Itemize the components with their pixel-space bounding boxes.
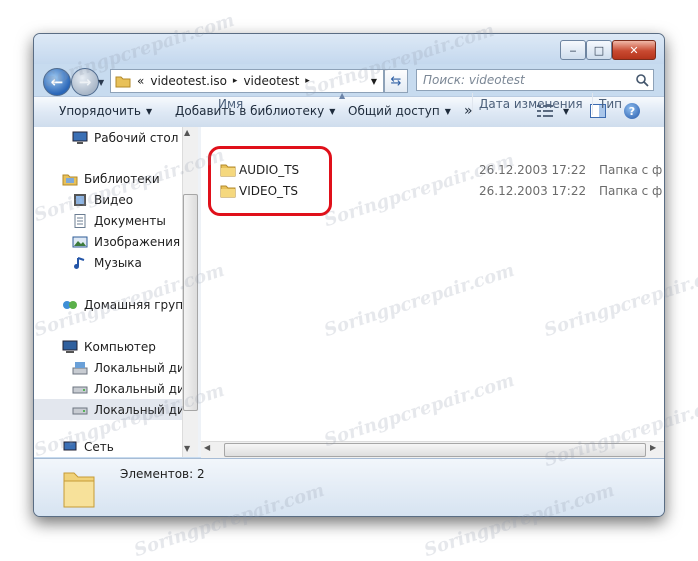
sort-ascending-icon: ▲ xyxy=(339,91,346,100)
nav-item-desktop[interactable]: Рабочий стол xyxy=(34,127,182,148)
address-overflow-chevron[interactable]: « xyxy=(137,74,144,88)
drive-icon xyxy=(72,386,88,393)
nav-item-computer[interactable]: Компьютер xyxy=(34,336,182,357)
column-divider[interactable] xyxy=(472,93,473,115)
search-input[interactable]: Поиск: videotest xyxy=(423,73,525,87)
scroll-right-icon[interactable]: ▶ xyxy=(650,443,656,452)
search-icon[interactable] xyxy=(635,73,649,87)
minimize-button[interactable]: ‒ xyxy=(560,40,586,60)
scroll-up-icon[interactable]: ▲ xyxy=(184,128,190,137)
nav-item-local-disk-2[interactable]: Локальный диск xyxy=(34,378,182,399)
close-button[interactable]: ✕ xyxy=(612,40,656,60)
nav-label: Компьютер xyxy=(84,339,156,354)
libraries-icon xyxy=(62,174,78,185)
search-box[interactable]: Поиск: videotest xyxy=(416,69,654,91)
system-drive-icon xyxy=(72,361,88,374)
organize-label: Упорядочить xyxy=(59,104,141,118)
scroll-left-icon[interactable]: ◀ xyxy=(204,443,210,452)
nav-item-images[interactable]: Изображения xyxy=(34,231,182,252)
desktop-icon xyxy=(72,131,88,144)
chevron-down-icon: ▼ xyxy=(329,106,336,116)
nav-item-music[interactable]: Музыка xyxy=(34,252,182,273)
recent-pages-dropdown[interactable]: ▼ xyxy=(98,78,104,87)
navigation-scrollbar-thumb[interactable] xyxy=(183,194,198,411)
organize-menu[interactable]: Упорядочить ▼ xyxy=(59,96,152,126)
music-icon xyxy=(74,256,85,269)
highlight-annotation xyxy=(208,146,332,216)
column-header-type[interactable]: Тип xyxy=(599,93,622,115)
nav-label: Музыка xyxy=(94,255,142,270)
folder-icon xyxy=(115,76,131,88)
nav-label: Локальный диск xyxy=(94,381,182,396)
share-menu[interactable]: Общий доступ ▼ xyxy=(348,96,451,126)
add-to-library-label: Добавить в библиотеку xyxy=(175,104,325,118)
address-segment-iso[interactable]: videotest.iso xyxy=(150,74,227,88)
refresh-icon: ⇆ xyxy=(390,73,402,89)
nav-label: Документы xyxy=(94,213,166,228)
nav-item-local-disk-1[interactable]: Локальный диск xyxy=(34,357,182,378)
file-type: Папка с файлами xyxy=(599,184,663,198)
maximize-button[interactable]: □ xyxy=(586,40,612,60)
file-type: Папка с файлами xyxy=(599,163,663,177)
help-icon: ? xyxy=(624,103,640,119)
chevron-down-icon: ▼ xyxy=(145,106,153,116)
scroll-down-icon[interactable]: ▼ xyxy=(184,444,190,453)
column-label: Тип xyxy=(599,97,622,111)
drive-icon xyxy=(72,407,88,414)
documents-icon xyxy=(74,213,86,228)
share-label: Общий доступ xyxy=(348,104,440,118)
computer-icon xyxy=(62,340,78,353)
add-to-library-menu[interactable]: Добавить в библиотеку ▼ xyxy=(175,96,335,126)
item-count: Элементов: 2 xyxy=(120,467,205,481)
nav-label: Рабочий стол xyxy=(94,130,179,145)
help-button[interactable]: ? xyxy=(624,96,640,126)
address-separator[interactable]: ▸ xyxy=(233,76,238,86)
column-divider[interactable] xyxy=(592,93,593,115)
chevron-down-icon: ▼ xyxy=(444,106,451,116)
column-header-name[interactable]: Имя xyxy=(218,93,243,115)
column-label: Дата изменения xyxy=(479,97,583,111)
images-icon xyxy=(72,236,88,247)
nav-label: Изображения xyxy=(94,234,181,249)
column-header-date[interactable]: Дата изменения xyxy=(479,93,583,115)
file-date: 26.12.2003 17:22 xyxy=(479,184,587,198)
nav-label: Локальный диск xyxy=(94,360,182,375)
address-segment-folder[interactable]: videotest xyxy=(243,74,299,88)
folder-large-icon xyxy=(63,472,95,508)
column-label: Имя xyxy=(218,97,244,111)
